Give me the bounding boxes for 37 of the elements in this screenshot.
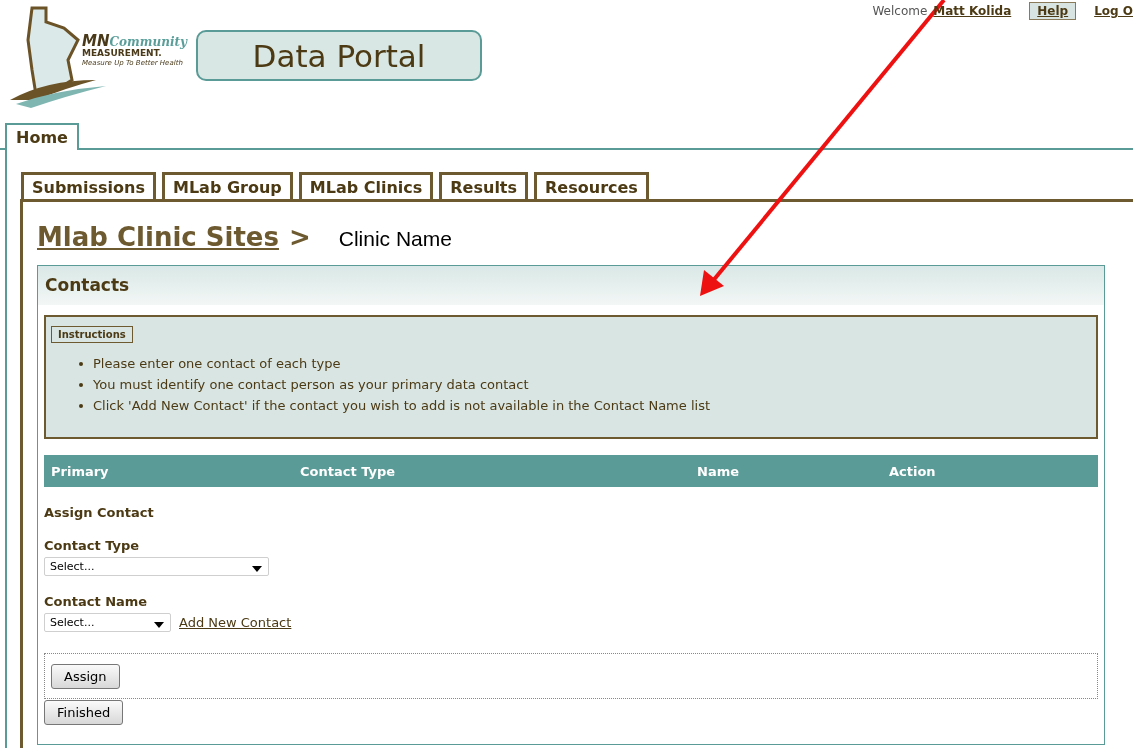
add-contact-link[interactable]: Add New Contact: [179, 615, 292, 630]
bullet-icon: [79, 404, 83, 408]
nav-tab[interactable]: Results: [439, 172, 529, 199]
breadcrumb-link[interactable]: Mlab Clinic Sites: [37, 222, 279, 252]
instructions-label: Instructions: [51, 326, 133, 343]
field-label: Contact Type: [44, 538, 141, 553]
logo-text: MNCommunity: [82, 34, 187, 49]
nav-tab[interactable]: MLab Group: [161, 172, 293, 199]
page-title: Clinic Name: [338, 227, 452, 251]
dropdown-caret-icon: [154, 622, 164, 628]
nav-tab[interactable]: MLab Clinics: [298, 172, 434, 199]
contact-name-dropdown[interactable]: Select...: [44, 613, 171, 632]
help-button[interactable]: Help: [1029, 2, 1077, 20]
form-title: Assign Contact: [44, 505, 155, 520]
column-header: Primary: [51, 463, 110, 479]
contact-type-dropdown[interactable]: Select...: [44, 557, 269, 576]
bullet-icon: [79, 383, 83, 387]
column-header: Contact Type: [300, 463, 397, 479]
field-label: Contact Name: [44, 594, 149, 609]
instruction-text: Please enter one contact of each type: [93, 356, 341, 371]
assign-button[interactable]: Assign: [51, 663, 120, 689]
bullet-icon: [79, 362, 83, 366]
instruction-text: Click 'Add New Contact' if the contact you wish to add is not available in the Contact Name list: [93, 398, 710, 413]
portal-title: Data Portal: [196, 30, 482, 81]
panel-title: Contacts: [38, 266, 1104, 305]
column-header: Action: [889, 463, 937, 479]
breadcrumb-separator: >: [288, 222, 311, 252]
logo-text: MEASUREMENT.: [82, 49, 162, 58]
column-header: Name: [697, 463, 740, 479]
nav-tab[interactable]: Submissions: [21, 172, 156, 199]
dropdown-caret-icon: [252, 566, 262, 572]
finished-button[interactable]: Finished: [44, 700, 124, 725]
instruction-text: You must identify one contact person as your primary data contact: [93, 377, 529, 392]
welcome-text: Welcome: [872, 4, 928, 18]
home-tab[interactable]: Home: [5, 123, 79, 150]
nav-tab[interactable]: Resources: [534, 172, 649, 199]
logout-link[interactable]: Log O: [1094, 4, 1133, 18]
